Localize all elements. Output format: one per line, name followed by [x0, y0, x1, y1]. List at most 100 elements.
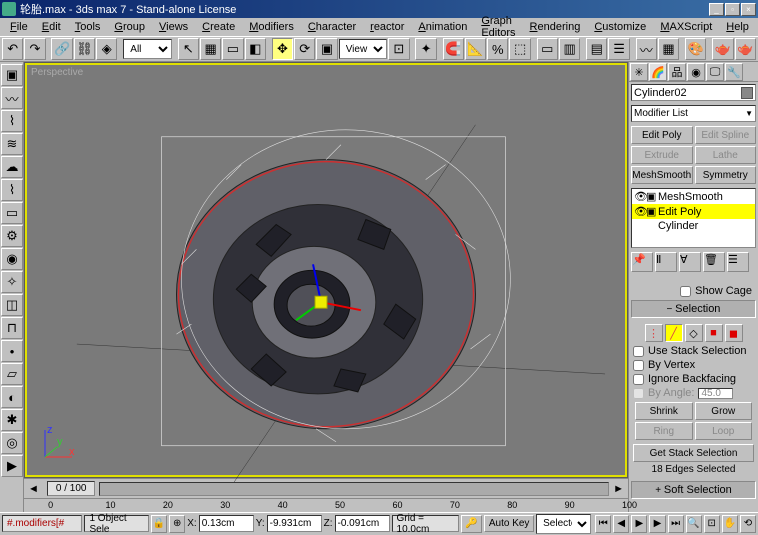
menu-group[interactable]: Group [108, 20, 151, 34]
menu-edit[interactable]: Edit [36, 20, 67, 34]
maximize-button[interactable]: ▫ [725, 3, 740, 16]
named-sel-button[interactable]: ▭ [537, 38, 558, 60]
ring-button[interactable]: Ring [635, 422, 693, 440]
by-vertex-checkbox[interactable] [633, 360, 644, 371]
select-button[interactable]: ↖ [178, 38, 199, 60]
modifier-list-dropdown[interactable]: Modifier List [631, 105, 756, 122]
minimize-button[interactable]: _ [709, 3, 724, 16]
zoom-all-button[interactable]: ⊡ [704, 515, 720, 533]
shrink-button[interactable]: Shrink [635, 402, 693, 420]
menu-help[interactable]: Help [720, 20, 755, 34]
motion-tab[interactable]: ◉ [687, 63, 705, 81]
menu-reactor[interactable]: reactor [364, 20, 410, 34]
utilities-tab[interactable]: 🔧 [725, 63, 743, 81]
reactor-rag-icon[interactable]: ✱ [1, 409, 23, 431]
close-button[interactable]: × [741, 3, 756, 16]
undo-button[interactable]: ↶ [2, 38, 23, 60]
vertex-subobj-icon[interactable]: ⋮ [645, 324, 663, 342]
use-stack-selection-checkbox[interactable] [633, 346, 644, 357]
menu-maxscript[interactable]: MAXScript [654, 20, 718, 34]
border-subobj-icon[interactable]: ◇ [685, 324, 703, 342]
configure-sets-button[interactable]: ☰ [727, 252, 749, 272]
grow-button[interactable]: Grow [695, 402, 753, 420]
zoom-button[interactable]: 🔍 [686, 515, 702, 533]
reactor-wind-icon[interactable]: ☁ [1, 156, 23, 178]
quick-render-button[interactable]: 🫖 [735, 38, 756, 60]
polygon-subobj-icon[interactable]: ■ [705, 324, 723, 342]
abs-rel-toggle[interactable]: ⊕ [169, 515, 185, 533]
edge-subobj-icon[interactable]: ╱ [665, 324, 683, 342]
lock-selection-button[interactable]: 🔒 [151, 515, 167, 533]
ref-coord-dropdown[interactable]: View [339, 39, 388, 59]
menu-rendering[interactable]: Rendering [524, 20, 587, 34]
key-filter-dropdown[interactable]: Selected [536, 514, 591, 534]
render-scene-button[interactable]: 🫖 [712, 38, 733, 60]
scale-button[interactable]: ▣ [316, 38, 337, 60]
pin-stack-button[interactable]: 📌 [631, 252, 653, 272]
modify-tab[interactable]: 🌈 [649, 63, 667, 81]
reactor-car-icon[interactable]: ◐ [1, 386, 23, 408]
symmetry-button[interactable]: Symmetry [695, 166, 757, 184]
reactor-fracture-icon[interactable]: ✧ [1, 271, 23, 293]
play-button[interactable]: ▶ [631, 515, 647, 533]
goto-start-button[interactable]: ⏮ [595, 515, 611, 533]
reactor-toy-icon[interactable]: ◉ [1, 248, 23, 270]
hierarchy-tab[interactable]: 品 [668, 63, 686, 81]
by-angle-spinner[interactable] [698, 388, 733, 399]
snap-toggle[interactable]: 🧲 [443, 38, 464, 60]
next-frame-button[interactable]: ▶ [649, 515, 665, 533]
auto-key-button[interactable]: Auto Key [484, 515, 534, 532]
extrude-button[interactable]: Extrude [631, 146, 693, 164]
selection-rollout-header[interactable]: − Selection [631, 300, 756, 318]
meshsmooth-button[interactable]: MeshSmooth [631, 166, 693, 184]
object-color-swatch[interactable] [741, 87, 753, 99]
object-name-field[interactable]: Cylinder02 [631, 84, 756, 101]
element-subobj-icon[interactable]: ◼ [725, 324, 743, 342]
move-button[interactable]: ✥ [272, 38, 293, 60]
time-slider[interactable]: ◄ 0 / 100 ► [24, 478, 628, 498]
reactor-rope-icon[interactable]: ⌇ [1, 110, 23, 132]
show-cage-checkbox[interactable] [680, 286, 691, 297]
menu-tools[interactable]: Tools [69, 20, 107, 34]
remove-modifier-button[interactable]: 🗑 [703, 252, 725, 272]
stack-item[interactable]: Cylinder [632, 219, 755, 233]
reactor-spring-icon[interactable]: ⌇ [1, 179, 23, 201]
unlink-button[interactable]: ⛓ [74, 38, 95, 60]
manipulate-button[interactable]: ✦ [415, 38, 436, 60]
select-name-button[interactable]: ▦ [200, 38, 221, 60]
selection-filter[interactable]: All [123, 39, 172, 59]
spinner-snap[interactable]: ⬚ [509, 38, 530, 60]
modifier-stack[interactable]: 👁▣MeshSmooth👁▣Edit PolyCylinder [631, 188, 756, 248]
menu-modifiers[interactable]: Modifiers [243, 20, 300, 34]
reactor-point-icon[interactable]: • [1, 340, 23, 362]
reactor-rigid-icon[interactable]: ◫ [1, 294, 23, 316]
menu-create[interactable]: Create [196, 20, 241, 34]
bind-button[interactable]: ◈ [96, 38, 117, 60]
edit-poly-button[interactable]: Edit Poly [631, 126, 693, 144]
soft-selection-rollout-header[interactable]: + Soft Selection [631, 481, 756, 499]
get-stack-selection-button[interactable]: Get Stack Selection [633, 444, 754, 462]
menu-animation[interactable]: Animation [412, 20, 473, 34]
angle-snap[interactable]: 📐 [465, 38, 486, 60]
reactor-water-icon[interactable]: ≋ [1, 133, 23, 155]
select-rect-button[interactable]: ▭ [222, 38, 243, 60]
lathe-button[interactable]: Lathe [695, 146, 757, 164]
reactor-hinge-icon[interactable]: ⊓ [1, 317, 23, 339]
viewport-perspective[interactable]: Perspective [25, 63, 627, 477]
goto-end-button[interactable]: ⏭ [668, 515, 684, 533]
show-end-result-button[interactable]: Ⅱ [655, 252, 677, 272]
edit-spline-button[interactable]: Edit Spline [695, 126, 757, 144]
reactor-plane-icon[interactable]: ▭ [1, 202, 23, 224]
time-tag-icon[interactable]: 🔑 [461, 515, 482, 533]
loop-button[interactable]: Loop [695, 422, 753, 440]
menu-character[interactable]: Character [302, 20, 362, 34]
link-button[interactable]: 🔗 [51, 38, 72, 60]
reactor-motor-icon[interactable]: ⚙ [1, 225, 23, 247]
reactor-prism-icon[interactable]: ▱ [1, 363, 23, 385]
curve-editor-button[interactable]: 〰 [636, 38, 657, 60]
menu-views[interactable]: Views [153, 20, 194, 34]
align-button[interactable]: ▤ [586, 38, 607, 60]
pan-button[interactable]: ✋ [722, 515, 738, 533]
arc-rotate-button[interactable]: ⟲ [740, 515, 756, 533]
material-editor-button[interactable]: 🎨 [685, 38, 706, 60]
